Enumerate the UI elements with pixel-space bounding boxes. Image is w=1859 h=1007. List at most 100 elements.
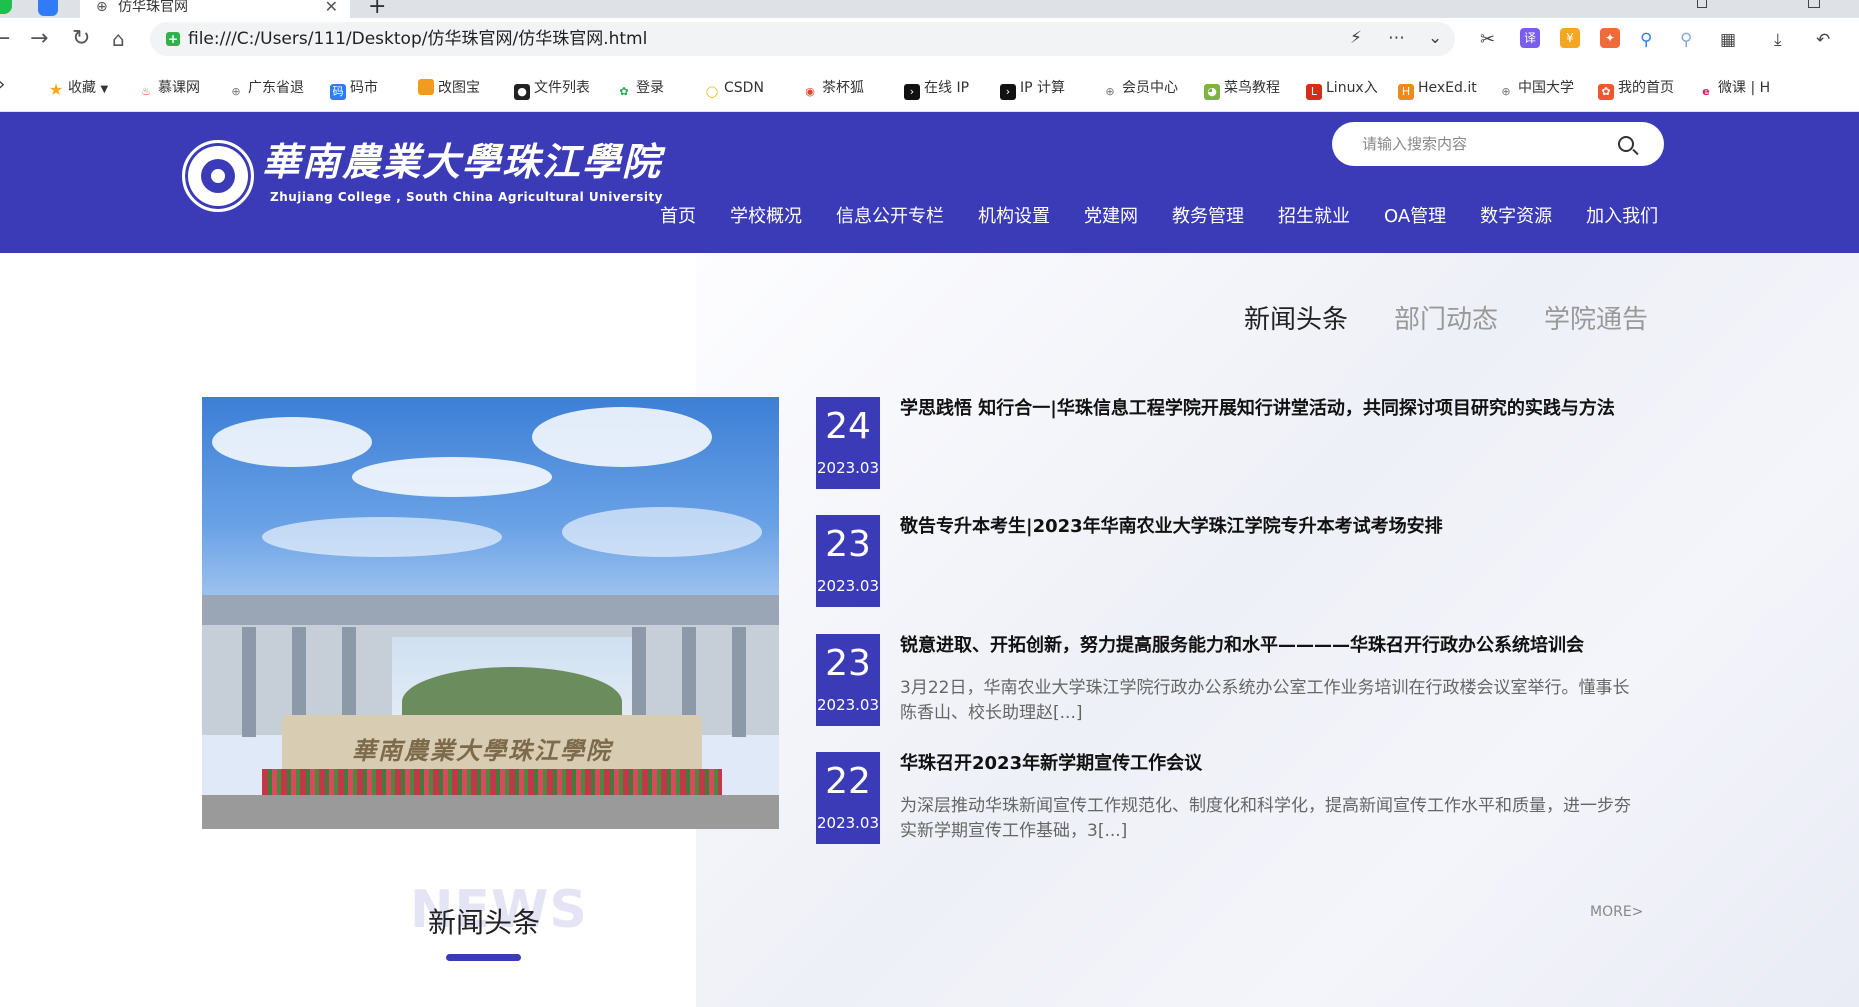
terminal-icon: › — [904, 84, 920, 100]
main-navigation: 首页 学校概况 信息公开专栏 机构设置 党建网 教务管理 招生就业 OA管理 数… — [650, 202, 1682, 232]
bookmark-item[interactable]: ★ 收藏 ▼ — [48, 79, 108, 98]
logo-english-name[interactable]: Zhujiang College , South China Agricultu… — [270, 190, 663, 204]
download-icon[interactable]: ⤓ — [1774, 30, 1782, 50]
college-seal-logo[interactable] — [182, 140, 254, 212]
bookmark-item[interactable]: L Linux入 — [1306, 79, 1378, 100]
bookmark-item[interactable]: ◯ CSDN — [704, 79, 764, 98]
translate-icon[interactable]: 译 — [1520, 28, 1540, 48]
chevron-down-icon[interactable]: ⌄ — [1428, 28, 1442, 48]
bookmark-item[interactable]: ♨ 慕课网 — [138, 79, 200, 98]
back-arrow-icon[interactable]: ← — [0, 26, 10, 52]
news-section-background — [696, 253, 1859, 1007]
bookmark-item[interactable]: 改图宝 — [418, 79, 480, 97]
close-tab-icon[interactable]: ✕ — [325, 0, 338, 15]
news-year-month: 2023.03 — [816, 577, 880, 595]
logo-chinese-name[interactable]: 華南農業大學珠江學院 — [262, 140, 662, 184]
bookmark-item[interactable]: ◉ 茶杯狐 — [802, 79, 864, 98]
new-tab-button[interactable]: + — [368, 0, 386, 18]
bookmark-item[interactable]: e 微课 | H — [1698, 79, 1770, 98]
news-item[interactable]: 23 2023.03 敬告专升本考生|2023年华南农业大学珠江学院专升本考试考… — [816, 515, 1646, 607]
news-item[interactable]: 24 2023.03 学思践悟 知行合一|华珠信息工程学院开展知行讲堂活动，共同… — [816, 397, 1646, 489]
forward-arrow-icon[interactable]: → — [30, 26, 48, 52]
nav-about[interactable]: 学校概况 — [730, 202, 802, 232]
scissors-icon[interactable]: ✂ — [1480, 30, 1495, 50]
local-file-icon: + — [166, 32, 180, 46]
browser-tab-strip: ⊕ 仿华珠官网 ✕ + — [0, 0, 1859, 18]
campus-gate-photo[interactable]: 華南農業大學珠江學院 — [202, 397, 779, 829]
bookmark-item[interactable]: ⊕ 中国大学 — [1498, 79, 1574, 98]
news-date: 22 2023.03 — [816, 752, 880, 844]
globe-icon: ⊕ — [1105, 85, 1115, 98]
news-summary: 3月22日，华南农业大学珠江学院行政办公系统办公室工作业务培训在行政楼会议室举行… — [900, 678, 1630, 723]
cup-icon: ◉ — [805, 85, 815, 98]
search-box — [1332, 122, 1664, 166]
nav-admissions[interactable]: 招生就业 — [1278, 202, 1350, 232]
edx-icon: e — [1702, 85, 1710, 98]
bookmark-item[interactable]: ⊕ 广东省退 — [228, 79, 304, 98]
image-icon — [418, 79, 434, 95]
more-link[interactable]: MORE> — [1590, 904, 1643, 920]
restore-window-icon[interactable] — [1808, 0, 1820, 8]
news-year-month: 2023.03 — [816, 696, 880, 714]
bookmark-item[interactable]: › 在线 IP — [904, 79, 969, 100]
minimize-window-icon[interactable] — [1697, 0, 1707, 8]
news-title-link[interactable]: 敬告专升本考生|2023年华南农业大学珠江学院专升本考试考场安排 — [900, 515, 1660, 539]
news-date: 23 2023.03 — [816, 634, 880, 726]
bookmark-item[interactable]: 码码市 — [330, 79, 378, 100]
tab-college-notices[interactable]: 学院通告 — [1544, 300, 1648, 340]
nav-oa[interactable]: OA管理 — [1384, 202, 1446, 232]
news-title-link[interactable]: 华珠召开2023年新学期宣传工作会议 — [900, 752, 1660, 776]
bird-icon: ◕ — [1204, 84, 1220, 100]
nav-home[interactable]: 首页 — [660, 202, 696, 232]
coupon-icon[interactable]: ¥ — [1560, 28, 1580, 48]
bookmark-item[interactable]: ● 文件列表 — [514, 79, 590, 100]
search-input[interactable] — [1362, 132, 1602, 156]
bookmark-item[interactable]: › IP 计算 — [1000, 79, 1065, 100]
search-extension-icon[interactable]: ⚲ — [1640, 30, 1652, 50]
address-toolbar: ← → ↻ ⌂ + file:///C:/Users/111/Desktop/仿… — [0, 18, 1859, 62]
nav-departments[interactable]: 机构设置 — [978, 202, 1050, 232]
fox-extension-icon[interactable]: ✦ — [1600, 28, 1620, 48]
tab-news-headlines[interactable]: 新闻头条 — [1244, 300, 1348, 340]
code-icon: 码 — [330, 84, 346, 100]
bookmark-item[interactable]: ◕ 菜鸟教程 — [1204, 79, 1280, 100]
reload-icon[interactable]: ↻ — [72, 26, 90, 52]
search-icon[interactable] — [1618, 136, 1634, 152]
news-item[interactable]: 22 2023.03 华珠召开2023年新学期宣传工作会议 为深层推动华珠新闻宣… — [816, 752, 1646, 844]
url-bar[interactable]: + file:///C:/Users/111/Desktop/仿华珠官网/仿华珠… — [150, 22, 1455, 56]
nav-party-building[interactable]: 党建网 — [1084, 202, 1138, 232]
gate-stone-inscription: 華南農業大學珠江學院 — [352, 736, 612, 765]
nav-join-us[interactable]: 加入我们 — [1586, 202, 1658, 232]
news-title-link[interactable]: 学思践悟 知行合一|华珠信息工程学院开展知行讲堂活动，共同探讨项目研究的实践与方… — [900, 397, 1660, 421]
zoom-icon[interactable]: ⚲ — [1680, 30, 1692, 50]
bookmark-item[interactable]: H HexEd.it — [1398, 79, 1477, 100]
nav-academic-affairs[interactable]: 教务管理 — [1172, 202, 1244, 232]
apps-grid-icon[interactable]: ▦ — [1720, 30, 1736, 50]
undo-icon[interactable]: ↶ — [1816, 30, 1830, 50]
pinned-tab-icon[interactable] — [38, 0, 58, 16]
leaf-icon: ✿ — [619, 85, 629, 98]
more-dots-icon[interactable]: ⋯ — [1388, 28, 1405, 48]
nav-digital-resources[interactable]: 数字资源 — [1480, 202, 1552, 232]
globe-icon: ⊕ — [1501, 85, 1511, 98]
nav-info-disclosure[interactable]: 信息公开专栏 — [836, 202, 944, 232]
sidebar-extension-icon[interactable] — [0, 0, 12, 14]
url-text[interactable]: file:///C:/Users/111/Desktop/仿华珠官网/仿华珠官网… — [188, 29, 647, 49]
tab-department-news[interactable]: 部门动态 — [1394, 300, 1498, 340]
home-badge-icon: ✿ — [1598, 84, 1614, 100]
bookmark-item[interactable]: ✿ 我的首页 — [1598, 79, 1674, 100]
news-item[interactable]: 23 2023.03 锐意进取、开拓创新，努力提高服务能力和水平————华珠召开… — [816, 634, 1646, 726]
news-day: 22 — [825, 761, 871, 802]
lightning-icon[interactable]: ⚡ — [1350, 28, 1362, 48]
bookmark-item[interactable]: ⊕ 会员中心 — [1102, 79, 1178, 98]
browser-tab-active[interactable]: ⊕ 仿华珠官网 ✕ — [80, 0, 350, 18]
bookmark-item[interactable]: ✿ 登录 — [616, 79, 664, 98]
news-title-link[interactable]: 锐意进取、开拓创新，努力提高服务能力和水平————华珠召开行政办公系统培训会 — [900, 634, 1660, 658]
site-header: 華南農業大學珠江學院 Zhujiang College , South Chin… — [0, 112, 1859, 253]
home-icon[interactable]: ⌂ — [112, 26, 125, 52]
flame-icon: ♨ — [141, 85, 151, 98]
chevron-right-icon[interactable]: › — [0, 76, 5, 94]
bookmarks-bar: › ★收藏 ▼ ♨慕课网 ⊕广东省退 码码市 改图宝 ●文件列表 ✿登录 ◯CS… — [0, 62, 1859, 112]
terminal-icon: › — [1000, 84, 1016, 100]
cat-icon: ● — [514, 84, 530, 100]
